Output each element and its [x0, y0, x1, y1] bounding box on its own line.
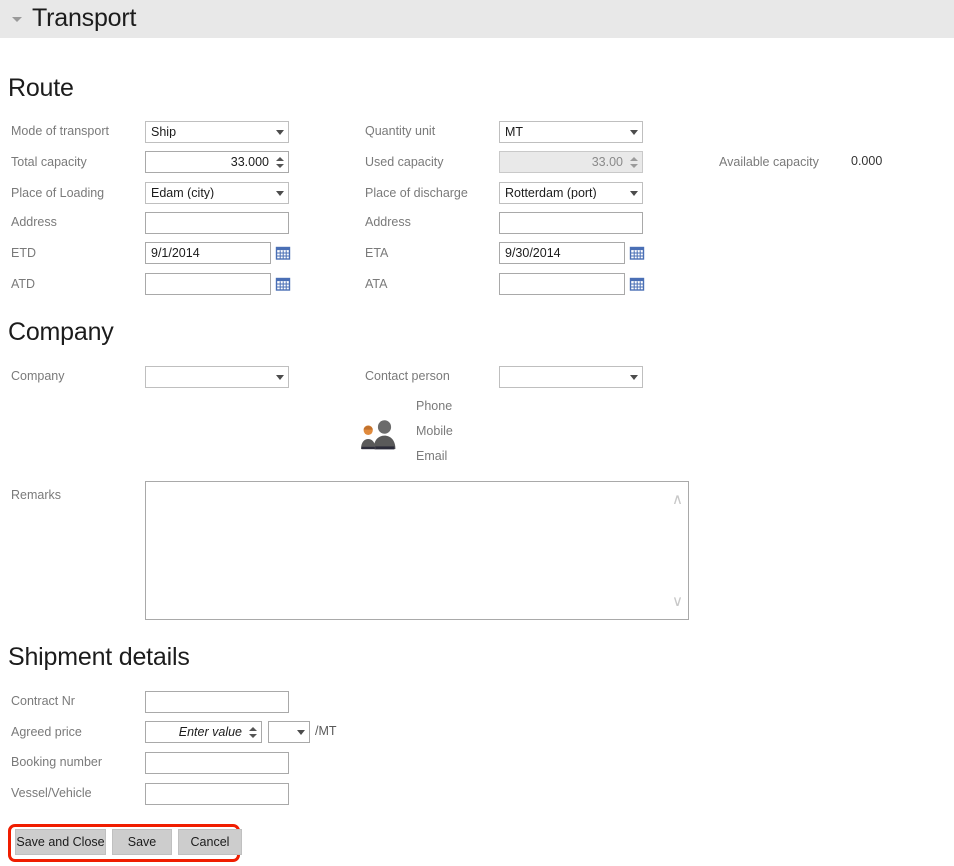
label-address-loading: Address [11, 215, 57, 229]
chevron-down-icon [625, 367, 642, 387]
label-total-capacity: Total capacity [11, 155, 87, 169]
save-and-close-button[interactable]: Save and Close [15, 829, 106, 855]
agreed-price-stepper[interactable]: Enter value [145, 721, 262, 743]
total-capacity-stepper[interactable]: 33.000 [145, 151, 289, 173]
chevron-down-icon [625, 183, 642, 203]
remarks-textarea[interactable]: ∧ ∨ [145, 481, 689, 620]
label-place-of-discharge: Place of discharge [365, 186, 468, 200]
scroll-down-icon[interactable]: ∨ [672, 594, 683, 609]
chevron-down-icon [625, 122, 642, 142]
page-title: Transport [32, 3, 137, 32]
eta-value: 9/30/2014 [505, 246, 561, 260]
label-eta: ETA [365, 246, 389, 260]
company-select[interactable] [145, 366, 289, 388]
used-capacity-stepper: 33.00 [499, 151, 643, 173]
label-contract-nr: Contract Nr [11, 694, 75, 708]
agreed-price-placeholder: Enter value [178, 725, 242, 739]
atd-date-input[interactable] [145, 273, 271, 295]
chevron-down-icon[interactable] [6, 16, 28, 22]
section-heading-shipment-details: Shipment details [8, 643, 190, 671]
etd-value: 9/1/2014 [151, 246, 200, 260]
label-available-capacity: Available capacity [719, 155, 819, 169]
scroll-up-icon[interactable]: ∧ [672, 492, 683, 507]
label-etd: ETD [11, 246, 36, 260]
quantity-unit-value: MT [505, 125, 524, 139]
section-heading-company: Company [8, 318, 114, 346]
eta-date-input[interactable]: 9/30/2014 [499, 242, 625, 264]
total-capacity-value: 33.000 [230, 155, 269, 169]
agreed-price-unit-suffix: /MT [315, 724, 337, 738]
chevron-down-icon [271, 183, 288, 203]
label-phone: Phone [416, 399, 453, 413]
address-loading-input[interactable] [145, 212, 289, 234]
contract-nr-input[interactable] [145, 691, 289, 713]
place-of-discharge-select[interactable]: Rotterdam (port) [499, 182, 643, 204]
label-quantity-unit: Quantity unit [365, 124, 436, 138]
place-of-loading-value: Edam (city) [151, 186, 215, 200]
booking-number-input[interactable] [145, 752, 289, 774]
etd-date-input[interactable]: 9/1/2014 [145, 242, 271, 264]
label-contact-person: Contact person [365, 369, 450, 383]
calendar-icon[interactable] [275, 245, 291, 261]
spinner-icon[interactable] [246, 722, 261, 742]
ata-date-input[interactable] [499, 273, 625, 295]
label-company: Company [11, 369, 65, 383]
label-remarks: Remarks [11, 488, 62, 502]
address-discharge-input[interactable] [499, 212, 643, 234]
footer-button-row: Save and Close Save Cancel [15, 829, 242, 855]
save-button[interactable]: Save [112, 829, 172, 855]
available-capacity-value: 0.000 [851, 154, 883, 168]
calendar-icon[interactable] [629, 276, 645, 292]
label-booking-number: Booking number [11, 755, 103, 769]
label-email: Email [416, 449, 448, 463]
label-mode-of-transport: Mode of transport [11, 124, 109, 138]
label-atd: ATD [11, 277, 36, 291]
vessel-vehicle-input[interactable] [145, 783, 289, 805]
mode-of-transport-select[interactable]: Ship [145, 121, 289, 143]
label-ata: ATA [365, 277, 388, 291]
label-mobile: Mobile [416, 424, 453, 438]
spinner-icon[interactable] [273, 152, 288, 172]
chevron-down-icon [271, 367, 288, 387]
label-agreed-price: Agreed price [11, 725, 82, 739]
section-heading-route: Route [8, 74, 74, 102]
label-used-capacity: Used capacity [365, 155, 444, 169]
contact-person-select[interactable] [499, 366, 643, 388]
titlebar: Transport [0, 0, 954, 38]
calendar-icon[interactable] [629, 245, 645, 261]
label-address-discharge: Address [365, 215, 411, 229]
spinner-icon [627, 152, 642, 172]
cancel-button[interactable]: Cancel [178, 829, 242, 855]
chevron-down-icon [292, 722, 309, 742]
contacts-icon [360, 418, 400, 455]
label-place-of-loading: Place of Loading [11, 186, 105, 200]
used-capacity-value: 33.00 [591, 155, 623, 169]
transport-form-page: Transport Route Mode of transport Ship T… [0, 0, 954, 866]
agreed-price-currency-select[interactable] [268, 721, 310, 743]
label-vessel-vehicle: Vessel/Vehicle [11, 786, 92, 800]
mode-of-transport-value: Ship [151, 125, 177, 139]
place-of-discharge-value: Rotterdam (port) [505, 186, 597, 200]
calendar-icon[interactable] [275, 276, 291, 292]
chevron-down-icon [271, 122, 288, 142]
place-of-loading-select[interactable]: Edam (city) [145, 182, 289, 204]
quantity-unit-select[interactable]: MT [499, 121, 643, 143]
